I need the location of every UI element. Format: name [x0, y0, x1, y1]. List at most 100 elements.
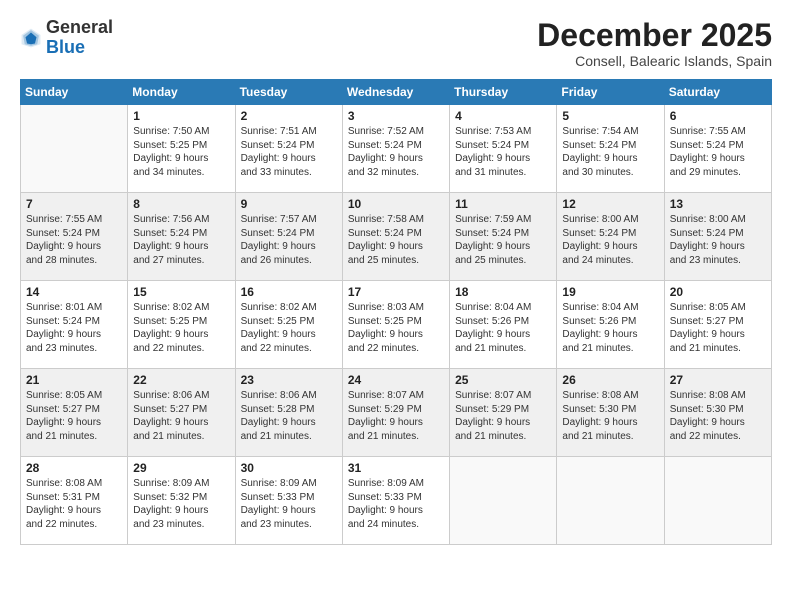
calendar-day-cell: 9 Sunrise: 7:57 AMSunset: 5:24 PMDaylight… — [235, 193, 342, 281]
calendar-day-cell: 11Sunrise: 7:59 AMSunset: 5:24 PMDayligh… — [450, 193, 557, 281]
day-number: 15 — [133, 285, 229, 299]
sunset-text: Sunset: 5:24 PM — [562, 227, 658, 241]
sunset-text: Sunset: 5:32 PM — [133, 491, 229, 505]
day-number: 3 — [348, 109, 444, 123]
sunrise-text: Sunrise: 8:00 AM — [670, 213, 766, 227]
sunset-text: Sunset: 5:24 PM — [241, 227, 337, 241]
calendar-day-cell: 14Sunrise: 8:01 AMSunset: 5:24 PMDayligh… — [21, 281, 128, 369]
day-number: 1 — [133, 109, 229, 123]
calendar-day-cell: 6Sunrise: 7:55 AMSunset: 5:24 PMDaylight… — [664, 105, 771, 193]
day-info: Sunrise: 8:03 AMSunset: 5:25 PMDaylight:… — [348, 301, 444, 355]
day-info: Sunrise: 8:07 AMSunset: 5:29 PMDaylight:… — [348, 389, 444, 443]
day-info: Sunrise: 8:00 AMSunset: 5:24 PMDaylight:… — [562, 213, 658, 267]
day-number: 19 — [562, 285, 658, 299]
day-info: Sunrise: 8:05 AMSunset: 5:27 PMDaylight:… — [26, 389, 122, 443]
daylight-text: Daylight: 9 hoursand 22 minutes. — [670, 416, 766, 443]
day-number: 28 — [26, 461, 122, 475]
day-info: Sunrise: 8:08 AMSunset: 5:30 PMDaylight:… — [670, 389, 766, 443]
calendar-day-cell: 8Sunrise: 7:56 AMSunset: 5:24 PMDaylight… — [128, 193, 235, 281]
day-number: 14 — [26, 285, 122, 299]
sunset-text: Sunset: 5:27 PM — [26, 403, 122, 417]
day-info: Sunrise: 8:06 AMSunset: 5:27 PMDaylight:… — [133, 389, 229, 443]
sunrise-text: Sunrise: 8:03 AM — [348, 301, 444, 315]
sunrise-text: Sunrise: 8:09 AM — [241, 477, 337, 491]
day-number: 11 — [455, 197, 551, 211]
daylight-text: Daylight: 9 hoursand 21 minutes. — [26, 416, 122, 443]
sunset-text: Sunset: 5:28 PM — [241, 403, 337, 417]
weekday-header-tuesday: Tuesday — [235, 80, 342, 105]
day-number: 25 — [455, 373, 551, 387]
sunset-text: Sunset: 5:30 PM — [670, 403, 766, 417]
logo: General Blue — [20, 18, 113, 58]
daylight-text: Daylight: 9 hoursand 34 minutes. — [133, 152, 229, 179]
day-number: 8 — [133, 197, 229, 211]
sunrise-text: Sunrise: 8:08 AM — [670, 389, 766, 403]
daylight-text: Daylight: 9 hoursand 23 minutes. — [670, 240, 766, 267]
day-info: Sunrise: 8:00 AMSunset: 5:24 PMDaylight:… — [670, 213, 766, 267]
sunrise-text: Sunrise: 7:53 AM — [455, 125, 551, 139]
daylight-text: Daylight: 9 hoursand 21 minutes. — [670, 328, 766, 355]
daylight-text: Daylight: 9 hoursand 23 minutes. — [133, 504, 229, 531]
daylight-text: Daylight: 9 hoursand 21 minutes. — [562, 328, 658, 355]
daylight-text: Daylight: 9 hoursand 32 minutes. — [348, 152, 444, 179]
daylight-text: Daylight: 9 hoursand 22 minutes. — [133, 328, 229, 355]
day-number: 31 — [348, 461, 444, 475]
weekday-header-wednesday: Wednesday — [342, 80, 449, 105]
calendar-day-cell: 30Sunrise: 8:09 AMSunset: 5:33 PMDayligh… — [235, 457, 342, 545]
day-number: 9 — [241, 197, 337, 211]
calendar-day-cell: 16Sunrise: 8:02 AMSunset: 5:25 PMDayligh… — [235, 281, 342, 369]
sunrise-text: Sunrise: 7:52 AM — [348, 125, 444, 139]
day-info: Sunrise: 8:07 AMSunset: 5:29 PMDaylight:… — [455, 389, 551, 443]
calendar-day-cell: 21Sunrise: 8:05 AMSunset: 5:27 PMDayligh… — [21, 369, 128, 457]
daylight-text: Daylight: 9 hoursand 23 minutes. — [241, 504, 337, 531]
calendar-day-cell: 27 Sunrise: 8:08 AMSunset: 5:30 PMDayligh… — [664, 369, 771, 457]
day-info: Sunrise: 7:58 AMSunset: 5:24 PMDaylight:… — [348, 213, 444, 267]
day-number: 23 — [241, 373, 337, 387]
day-number: 2 — [241, 109, 337, 123]
sunrise-text: Sunrise: 8:01 AM — [26, 301, 122, 315]
weekday-header-row: SundayMondayTuesdayWednesdayThursdayFrid… — [21, 80, 772, 105]
day-info: Sunrise: 8:09 AMSunset: 5:33 PMDaylight:… — [241, 477, 337, 531]
sunset-text: Sunset: 5:24 PM — [241, 139, 337, 153]
daylight-text: Daylight: 9 hoursand 33 minutes. — [241, 152, 337, 179]
calendar-day-cell: 26Sunrise: 8:08 AMSunset: 5:30 PMDayligh… — [557, 369, 664, 457]
sunrise-text: Sunrise: 7:51 AM — [241, 125, 337, 139]
day-info: Sunrise: 7:51 AMSunset: 5:24 PMDaylight:… — [241, 125, 337, 179]
sunrise-text: Sunrise: 8:05 AM — [670, 301, 766, 315]
sunrise-text: Sunrise: 8:06 AM — [133, 389, 229, 403]
sunrise-text: Sunrise: 7:59 AM — [455, 213, 551, 227]
daylight-text: Daylight: 9 hoursand 29 minutes. — [670, 152, 766, 179]
sunset-text: Sunset: 5:24 PM — [348, 227, 444, 241]
daylight-text: Daylight: 9 hoursand 21 minutes. — [455, 328, 551, 355]
day-info: Sunrise: 7:52 AMSunset: 5:24 PMDaylight:… — [348, 125, 444, 179]
sunset-text: Sunset: 5:26 PM — [562, 315, 658, 329]
day-number: 29 — [133, 461, 229, 475]
sunset-text: Sunset: 5:33 PM — [348, 491, 444, 505]
sunrise-text: Sunrise: 8:04 AM — [455, 301, 551, 315]
daylight-text: Daylight: 9 hoursand 27 minutes. — [133, 240, 229, 267]
sunrise-text: Sunrise: 8:02 AM — [241, 301, 337, 315]
sunrise-text: Sunrise: 8:08 AM — [26, 477, 122, 491]
sunset-text: Sunset: 5:24 PM — [133, 227, 229, 241]
day-number: 27 — [670, 373, 766, 387]
sunset-text: Sunset: 5:31 PM — [26, 491, 122, 505]
sunset-text: Sunset: 5:24 PM — [348, 139, 444, 153]
calendar-week-row: 21Sunrise: 8:05 AMSunset: 5:27 PMDayligh… — [21, 369, 772, 457]
daylight-text: Daylight: 9 hoursand 21 minutes. — [562, 416, 658, 443]
location-title: Consell, Balearic Islands, Spain — [537, 53, 772, 69]
logo-blue-text: Blue — [46, 37, 85, 57]
sunrise-text: Sunrise: 8:08 AM — [562, 389, 658, 403]
calendar-week-row: 28 Sunrise: 8:08 AMSunset: 5:31 PM Dayligh… — [21, 457, 772, 545]
calendar-day-cell — [557, 457, 664, 545]
sunrise-text: Sunrise: 8:06 AM — [241, 389, 337, 403]
sunset-text: Sunset: 5:25 PM — [133, 315, 229, 329]
daylight-text: Daylight: 9 hoursand 31 minutes. — [455, 152, 551, 179]
day-info: Sunrise: 7:57 AMSunset: 5:24 PMDaylight:… — [241, 213, 337, 267]
day-number: 24 — [348, 373, 444, 387]
sunrise-text: Sunrise: 8:07 AM — [348, 389, 444, 403]
day-number: 22 — [133, 373, 229, 387]
day-info: Sunrise: 8:09 AMSunset: 5:33 PMDaylight:… — [348, 477, 444, 531]
sunrise-text: Sunrise: 8:04 AM — [562, 301, 658, 315]
daylight-text: Daylight: 9 hoursand 22 minutes. — [348, 328, 444, 355]
calendar-day-cell — [21, 105, 128, 193]
